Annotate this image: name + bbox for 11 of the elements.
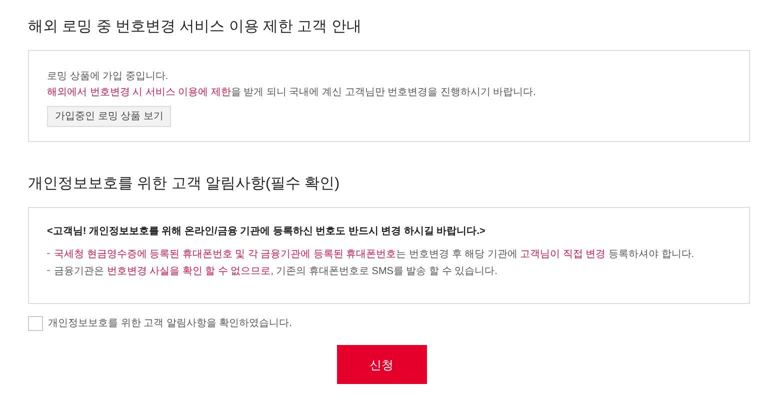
submit-button[interactable]: 신청: [336, 345, 426, 384]
notice-text: 금융기관은 번호변경 사실을 확인 할 수 없으므로, 기존의 휴대폰번호로 SMS를 발송 할 수 있습니다.: [54, 265, 498, 279]
agreement-checkbox[interactable]: [28, 316, 43, 331]
notice-heading: <고객님! 개인정보보호를 위해 온라인/금융 기관에 등록하신 번호도 반드시 변경 하시길 바랍니다.>: [47, 225, 486, 239]
notice-text: 국세청 현금영수증에 등록된 휴대폰번호 및 각 금융기관에 등록된 휴대폰번호는 번호변경 후 해당 기관에 고객님이 직접 변경 등록하셔야 합니다.: [54, 248, 694, 262]
section-title: 해외 로밍 중 번호변경 서비스 이용 제한 고객 안내: [28, 17, 362, 37]
notice-text: 해외에서 번호변경 시 서비스 이용에 제한을 받게 되니 국내에 계신 고객님만 번호변경을 진행하시기 바랍니다.: [47, 86, 537, 100]
notice-text: 로밍 상품에 가입 중입니다.: [47, 70, 170, 84]
view-roaming-button[interactable]: 가입중인 로밍 상품 보기: [47, 106, 172, 127]
agreement-label: 개인정보보호를 위한 고객 알림사항을 확인하였습니다.: [48, 317, 292, 331]
section-title: 개인정보보호를 위한 고객 알림사항(필수 확인): [28, 174, 341, 194]
